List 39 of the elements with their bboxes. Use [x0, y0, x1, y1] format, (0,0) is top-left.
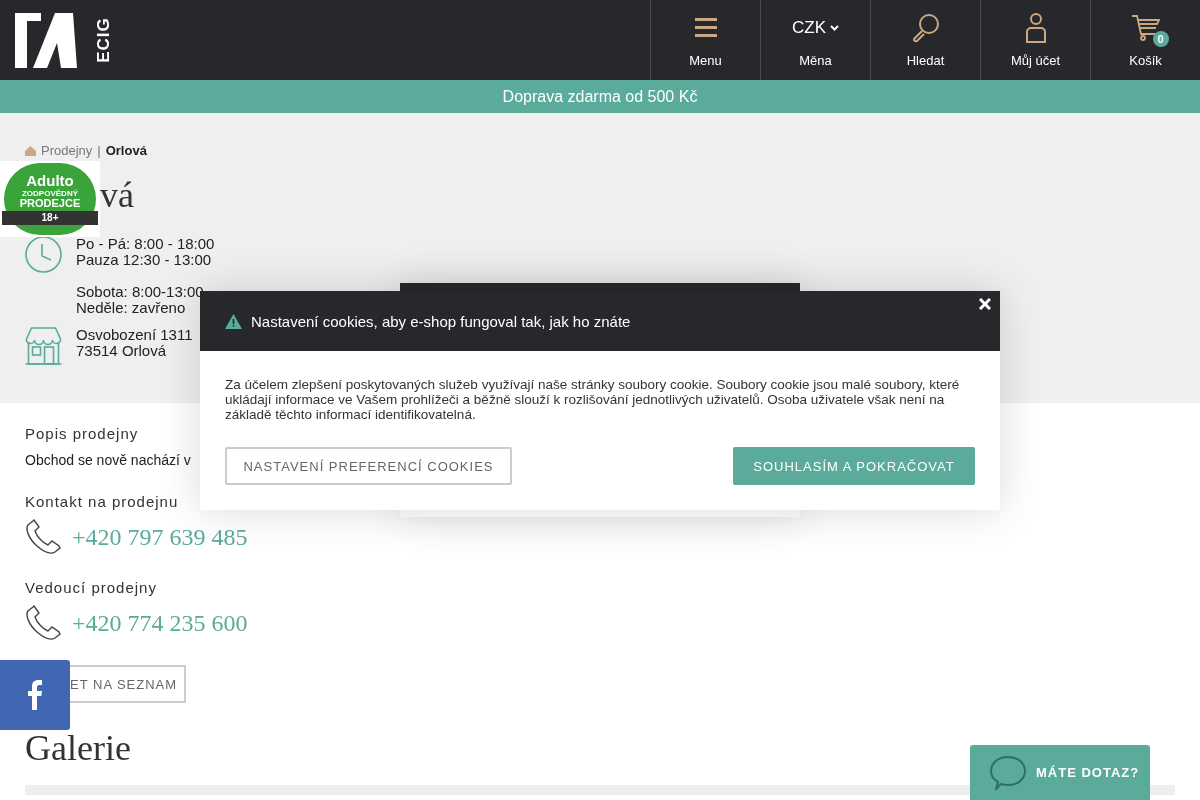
cart-icon [1130, 13, 1161, 42]
user-icon [1024, 12, 1047, 43]
info-text: 73514 Orlová [76, 343, 168, 359]
logo-mark-icon [15, 12, 77, 68]
cart-count-badge: 0 [1152, 30, 1169, 47]
section-label: Vedoucí prodejny [25, 579, 158, 596]
info-text: Pauza 12:30 - 13:00 [76, 252, 213, 268]
phone-icon [25, 519, 62, 555]
store-icon [25, 327, 62, 365]
info-text: Sobota: 8:00-13:00 [76, 284, 204, 300]
phone-icon [25, 605, 62, 641]
age-verification-badge: Adulto ZODPOVĚDNÝ PRODEJCE 18+ [0, 161, 100, 237]
breadcrumb-item[interactable]: Prodejny [41, 143, 93, 158]
info-text: Neděle: zavřeno [76, 300, 187, 316]
search-icon [910, 12, 941, 43]
warning-icon [225, 313, 242, 329]
breadcrumb-separator: | [97, 143, 101, 158]
menu-icon [694, 17, 717, 38]
promo-bar: Doprava zdarma od 500 Kč [0, 80, 1200, 113]
breadcrumb-item: Orlová [105, 143, 147, 158]
info-text: Po - Pá: 8:00 - 18:00 [76, 236, 215, 252]
preferences-button[interactable]: NASTAVENÍ PREFERENCÍ COOKIES [225, 447, 512, 485]
gallery-heading: Galerie [25, 727, 132, 769]
dialog-text: Za účelem zlepšení poskytovaných služeb využívají naše stránky soubory cookie. Soubory cookie jsou malé soubory, které ukládají informace ve Vašem prohlížeči a běžně slouží k rozlišování jednotlivých uživatelů. Osoba uživatele však není na základě těchto informací identifikovatelná. [225, 377, 961, 422]
back-to-list-button[interactable]: ET NA SEZNAM [70, 665, 186, 703]
section-label: Popis prodejny [25, 425, 140, 442]
home-icon [25, 145, 36, 156]
close-icon[interactable] [979, 298, 991, 310]
page-heading: vá [100, 174, 135, 217]
description-text: Obchod se nově nachází v [25, 452, 191, 468]
caret-icon [830, 24, 839, 31]
dialog-title: Nastavení cookies, aby e-shop fungoval tak, jak ho znáte [251, 312, 631, 330]
section-label: Kontakt na prodejnu [25, 493, 180, 510]
info-text: Osvobození 1311 [76, 327, 193, 343]
logo[interactable]: ECIG [0, 0, 127, 80]
facebook-button[interactable] [0, 660, 70, 730]
facebook-icon [28, 680, 42, 710]
speech-bubble-icon [990, 755, 1026, 790]
clock-icon [25, 236, 62, 273]
